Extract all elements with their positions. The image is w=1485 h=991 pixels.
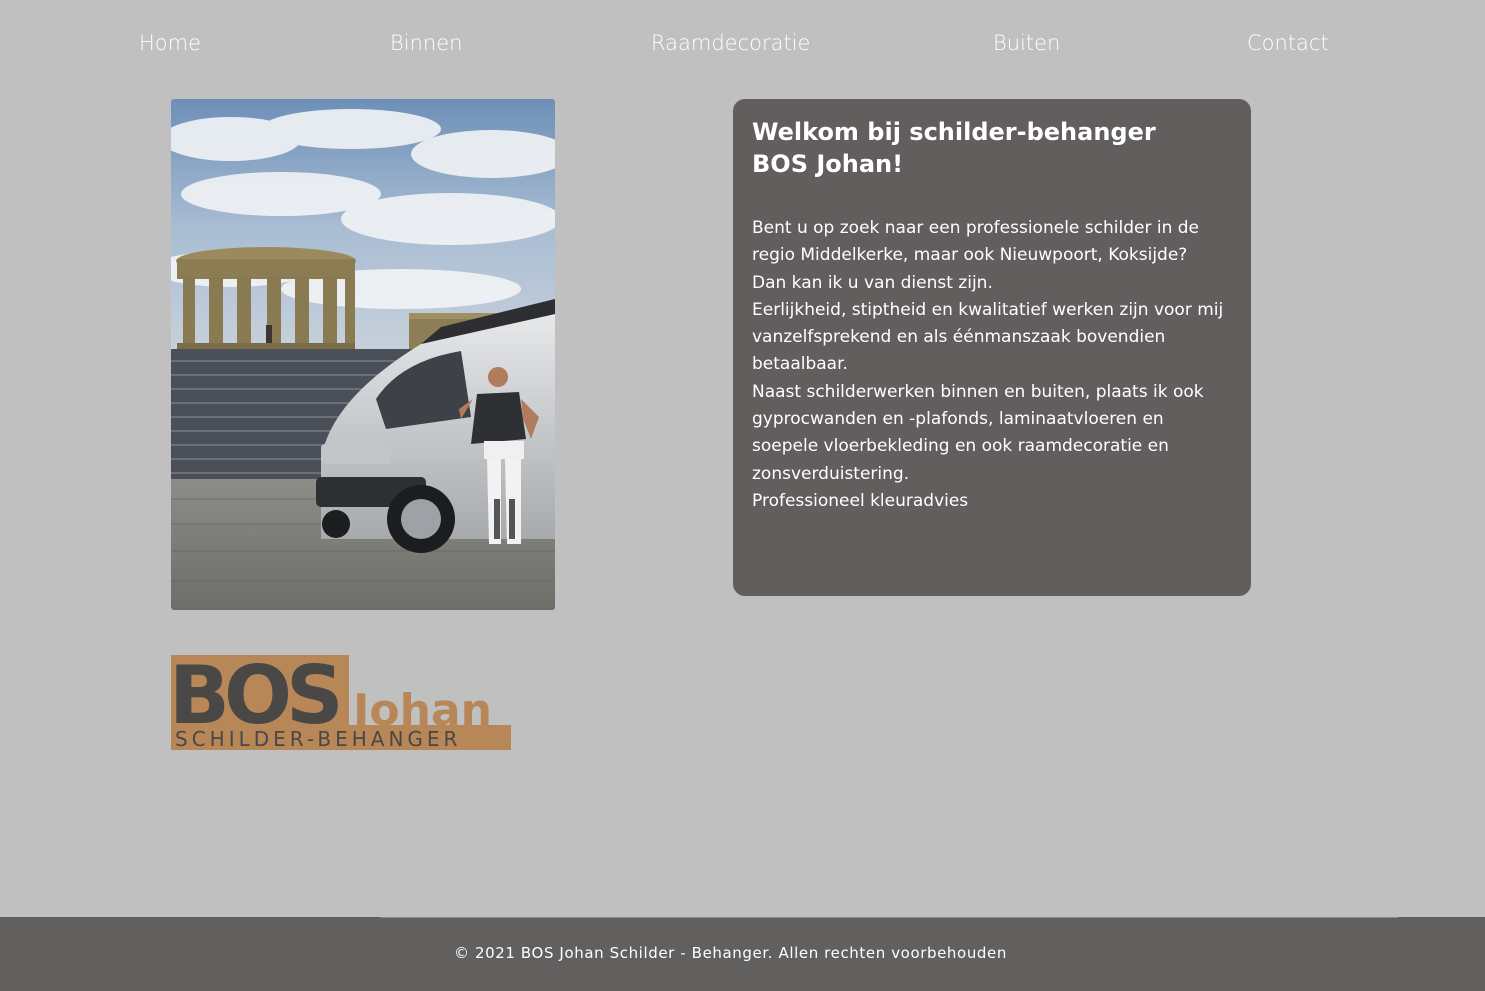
welcome-paragraph: Eerlijkheid, stiptheid en kwalitatief we… xyxy=(752,299,1224,375)
footer-divider xyxy=(380,917,1398,918)
welcome-card: Welkom bij schilder-behanger BOS Johan! … xyxy=(733,99,1251,596)
hero-photo xyxy=(171,99,555,610)
logo-tagline: SCHILDER-BEHANGER xyxy=(175,727,461,750)
nav-binnen[interactable]: Binnen xyxy=(390,31,462,55)
nav-raamdecoratie[interactable]: Raamdecoratie xyxy=(651,31,810,55)
nav-contact[interactable]: Contact xyxy=(1247,31,1329,55)
footer: © 2021 BOS Johan Schilder - Behanger. Al… xyxy=(0,917,1485,991)
copyright-text: © 2021 BOS Johan Schilder - Behanger. Al… xyxy=(454,944,1007,962)
logo: BOS Johan SCHILDER-BEHANGER xyxy=(169,649,511,751)
welcome-text: Bent u op zoek naar een professionele sc… xyxy=(752,215,1232,515)
welcome-paragraph: Bent u op zoek naar een professionele sc… xyxy=(752,218,1199,266)
welcome-title: Welkom bij schilder-behanger BOS Johan! xyxy=(752,118,1156,178)
main-nav: Home Binnen Raamdecoratie Buiten Contact xyxy=(0,0,1485,90)
welcome-paragraph: Dan kan ik u van dienst zijn. xyxy=(752,272,993,293)
welcome-paragraph: Naast schilderwerken binnen en buiten, p… xyxy=(752,381,1204,484)
nav-home[interactable]: Home xyxy=(139,31,201,55)
nav-buiten[interactable]: Buiten xyxy=(993,31,1060,55)
welcome-paragraph: Professioneel kleuradvies xyxy=(752,490,969,511)
